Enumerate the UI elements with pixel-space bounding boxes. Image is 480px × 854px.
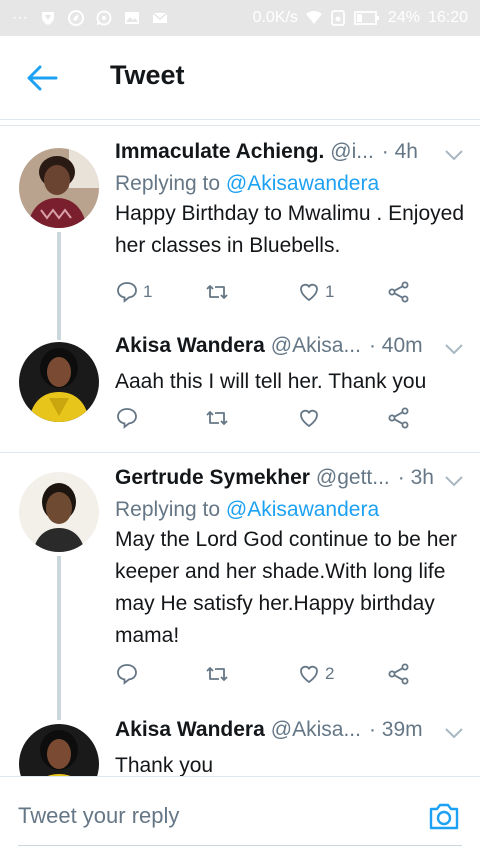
retweet-button[interactable] (205, 662, 229, 686)
mention-link[interactable]: @Akisawandera (226, 498, 379, 521)
like-button[interactable]: 2 (297, 662, 334, 686)
heart-icon (300, 283, 318, 302)
tweet-header: Gertrude Symekher @gett... · 3h (115, 466, 464, 496)
clock: 16:20 (427, 9, 468, 26)
share-icon (388, 407, 409, 429)
chevron-down-icon[interactable] (444, 342, 464, 356)
author-handle[interactable]: @Akisa... (271, 334, 361, 358)
reply-button[interactable]: 1 (115, 280, 152, 304)
tweet-header: Immaculate Achieng. @i... · 4h (115, 140, 464, 170)
chevron-down-icon[interactable] (444, 148, 464, 162)
whatsapp-icon (96, 10, 112, 26)
battery-percent: 24% (387, 9, 420, 26)
reply-button[interactable] (115, 662, 139, 686)
tweet-text: Aaah this I will tell her. Thank you (115, 370, 427, 393)
tweet-text: Happy Birthday to Mwalimu . Enjoyed her … (115, 202, 464, 257)
author-name[interactable]: Akisa Wandera (115, 334, 265, 358)
chevron-down-icon[interactable] (444, 474, 464, 488)
replying-to: Replying to @Akisawandera (115, 498, 464, 522)
author-name[interactable]: Akisa Wandera (115, 718, 265, 742)
compass-icon (67, 10, 84, 26)
reply-icon (117, 282, 137, 303)
status-bar: ··· 0.0K/s 24% 16:20 (0, 0, 480, 36)
thread-line (57, 232, 61, 340)
reply-icon (117, 664, 137, 685)
avatar[interactable] (19, 472, 99, 552)
tweet-item[interactable]: Gertrude Symekher @gett... · 3h Replying… (0, 466, 480, 720)
avatar[interactable] (19, 724, 99, 776)
like-count: 2 (325, 664, 335, 683)
tweet-time: · 3h (397, 466, 434, 489)
heart-icon (300, 665, 318, 684)
notification-dots: ··· (12, 9, 28, 26)
replying-to-label: Replying to (115, 498, 221, 521)
retweet-icon (206, 411, 228, 425)
gallery-icon (124, 12, 139, 24)
tweet-text: May the Lord God continue to be her keep… (115, 528, 458, 647)
tweet-actions: 1 1 (115, 280, 415, 310)
like-button[interactable] (297, 406, 321, 430)
tweet-content: Akisa Wandera @Akisa... · 39m Thank you (115, 718, 464, 776)
divider (0, 125, 480, 126)
tweet-text: Thank you (115, 754, 214, 776)
reply-icon (117, 408, 137, 429)
avatar[interactable] (19, 342, 99, 422)
retweet-button[interactable] (205, 406, 229, 430)
author-name[interactable]: Immaculate Achieng. (115, 140, 324, 164)
author-handle[interactable]: @gett... (316, 466, 390, 490)
author-handle[interactable]: @Akisa... (271, 718, 361, 742)
camera-icon[interactable] (428, 801, 460, 831)
sim-icon (331, 10, 345, 26)
tweet-actions: 2 (115, 662, 415, 692)
retweet-icon (206, 667, 228, 681)
retweet-button[interactable] (205, 280, 229, 304)
like-button[interactable]: 1 (297, 280, 334, 304)
share-button[interactable] (387, 280, 411, 304)
tweet-content: Gertrude Symekher @gett... · 3h Replying… (115, 466, 464, 652)
reply-count: 1 (143, 282, 153, 301)
tweet-header: Akisa Wandera @Akisa... · 39m (115, 718, 464, 748)
tweet-item[interactable]: Immaculate Achieng. @i... · 4h Replying … (0, 140, 480, 340)
tweet-time: · 4h (381, 140, 418, 163)
tweet-header: Akisa Wandera @Akisa... · 40m (115, 334, 464, 364)
tweet-time: · 39m (368, 718, 423, 741)
page-title: Tweet (110, 60, 185, 90)
app-header: Tweet (0, 36, 480, 120)
like-count: 1 (325, 282, 335, 301)
replying-to: Replying to @Akisawandera (115, 172, 464, 196)
replies-list: Immaculate Achieng. @i... · 4h Replying … (0, 120, 480, 776)
retweet-icon (206, 285, 228, 299)
reply-compose-bar: Tweet your reply (0, 776, 480, 854)
tweet-item[interactable]: Akisa Wandera @Akisa... · 40m Aaah this … (0, 334, 480, 452)
network-speed: 0.0K/s (252, 9, 298, 26)
back-arrow-icon[interactable] (26, 64, 58, 92)
reply-button[interactable] (115, 406, 139, 430)
mail-icon (152, 12, 168, 23)
replying-to-label: Replying to (115, 172, 221, 195)
reply-input[interactable]: Tweet your reply (18, 803, 179, 829)
divider (0, 452, 480, 453)
heart-icon (300, 409, 318, 428)
avatar[interactable] (19, 148, 99, 228)
author-name[interactable]: Gertrude Symekher (115, 466, 310, 490)
share-button[interactable] (387, 406, 411, 430)
tweet-time: · 40m (368, 334, 423, 357)
author-handle[interactable]: @i... (330, 140, 374, 164)
thread-line (57, 556, 61, 720)
battery-icon (354, 11, 379, 25)
tweet-content: Akisa Wandera @Akisa... · 40m Aaah this … (115, 334, 464, 398)
tweet-actions (115, 406, 415, 436)
chevron-down-icon[interactable] (444, 726, 464, 740)
share-icon (388, 663, 409, 685)
wifi-icon (305, 10, 322, 24)
tweet-item[interactable]: Akisa Wandera @Akisa... · 39m Thank you (0, 718, 480, 776)
share-button[interactable] (387, 662, 411, 686)
vpn-shield-icon (41, 12, 54, 25)
mention-link[interactable]: @Akisawandera (226, 172, 379, 195)
tweet-content: Immaculate Achieng. @i... · 4h Replying … (115, 140, 464, 262)
share-icon (388, 281, 409, 303)
input-underline (18, 845, 462, 846)
